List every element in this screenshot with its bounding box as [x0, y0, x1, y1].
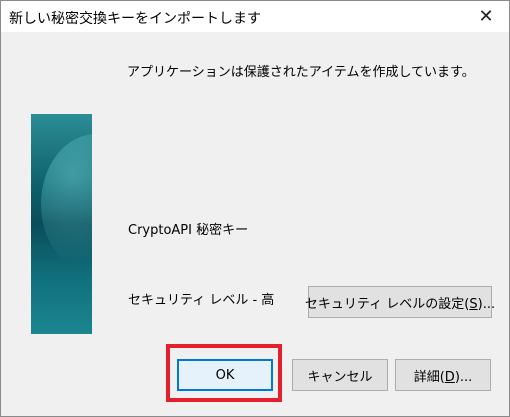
ok-button-highlight [166, 344, 282, 402]
item-label: CryptoAPI 秘密キー [128, 223, 249, 238]
security-level-label: セキュリティ レベル - 高 [128, 293, 275, 308]
title-bar: 新しい秘密交換キーをインポートします ✕ [1, 1, 509, 32]
dialog-window: 新しい秘密交換キーをインポートします ✕ アプリケーションは保護されたアイテムを… [0, 0, 510, 417]
security-level-button[interactable]: セキュリティ レベルの設定(S)... [304, 286, 496, 318]
details-button[interactable]: 詳細(D)... [395, 359, 491, 391]
close-button[interactable]: ✕ [463, 1, 509, 32]
status-message: アプリケーションは保護されたアイテムを作成しています。 [127, 65, 475, 80]
cancel-button[interactable]: キャンセル [292, 359, 388, 391]
security-level-button-label: セキュリティ レベルの設定(S)... [304, 296, 496, 312]
window-title: 新しい秘密交換キーをインポートします [9, 11, 261, 27]
close-icon: ✕ [478, 6, 494, 27]
dialog-banner-image [31, 114, 92, 334]
details-button-label: 詳細(D)... [413, 369, 473, 385]
cancel-button-label: キャンセル [307, 369, 373, 385]
